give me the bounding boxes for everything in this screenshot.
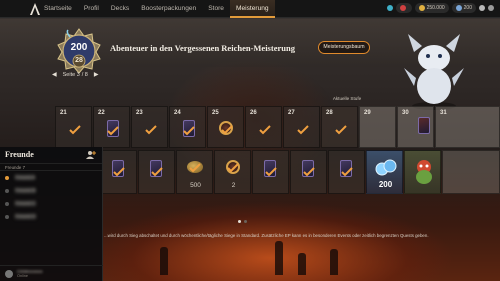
level-row: 21 22 23 24 25 26 27 28 29 30 31 — [55, 106, 500, 148]
friend-item[interactable]: Freund C — [0, 197, 102, 210]
reward-cell[interactable] — [442, 150, 500, 194]
gear-icon[interactable] — [488, 5, 494, 11]
check-icon — [69, 125, 81, 135]
check-icon — [265, 167, 277, 177]
check-icon — [113, 167, 125, 177]
check-icon — [303, 167, 315, 177]
gold-icon — [418, 5, 425, 11]
avatar — [5, 269, 13, 278]
reward-cell[interactable] — [404, 150, 441, 194]
level-cell-28[interactable]: 28 — [321, 106, 358, 148]
friends-section-header[interactable]: Freunde 7 — [0, 163, 102, 171]
check-icon — [221, 125, 233, 135]
currency-bar: 250.000 200 — [386, 3, 494, 13]
reward-row: 500 2 200 — [100, 150, 500, 194]
reward-cell[interactable] — [100, 150, 137, 194]
friends-panel: Freunde Freunde 7 Freund A Freund B Freu… — [0, 147, 103, 281]
level-cell-29[interactable]: 29 — [359, 106, 396, 148]
check-icon — [227, 163, 239, 173]
status-dot-icon — [5, 201, 9, 206]
top-navigation: Startseite Profil Decks Boosterpackungen… — [0, 0, 500, 18]
mastery-orb-icon — [375, 159, 397, 176]
orb-icon — [455, 5, 462, 11]
figure-silhouette — [275, 241, 283, 275]
check-icon — [297, 125, 309, 135]
check-icon — [107, 126, 119, 136]
nav-profil[interactable]: Profil — [78, 0, 105, 18]
status-dot-icon — [5, 175, 9, 180]
mastery-sublevel-number: 28 — [75, 57, 83, 64]
page-label: Seite 3 — [62, 71, 80, 78]
level-cell-23[interactable]: 23 — [131, 106, 168, 148]
mastery-level-number: 200 — [70, 42, 88, 53]
previous-page-icon[interactable]: ◀ — [52, 71, 57, 78]
reward-cell[interactable] — [252, 150, 289, 194]
pet-reward-icon — [416, 160, 432, 184]
page-navigation: ◀ Seite 3 / 8 ▶ — [52, 71, 99, 79]
current-user-bar[interactable]: CKMnnnnnn Online — [0, 265, 103, 281]
reward-cell[interactable] — [138, 150, 175, 194]
check-icon — [145, 125, 157, 135]
level-cell-22[interactable]: 22 — [93, 106, 130, 148]
friends-title: Freunde — [5, 150, 34, 159]
level-cell-25[interactable]: 25 — [207, 106, 244, 148]
nav-decks[interactable]: Decks — [105, 0, 135, 18]
current-level-label: Aktuelle Stufe — [332, 96, 362, 101]
friend-item[interactable]: Freund D — [0, 210, 102, 223]
carousel-dot[interactable] — [238, 220, 241, 223]
level-cell-27[interactable]: 27 — [283, 106, 320, 148]
mastery-description: ...wird durch Sieg abschaltet und durch … — [104, 233, 429, 238]
check-icon — [183, 126, 195, 136]
level-cell-21[interactable]: 21 — [55, 106, 92, 148]
status-dot-icon — [5, 188, 9, 193]
nav-meisterung[interactable]: Meisterung — [229, 0, 275, 18]
figure-silhouette — [330, 249, 338, 275]
gem-counter[interactable] — [395, 3, 412, 13]
page-title: Abenteuer in den Vergessenen Reichen-Mei… — [110, 43, 295, 53]
figure-silhouette — [298, 253, 306, 275]
page-total: / 8 — [81, 71, 88, 78]
level-cell-30[interactable]: 30 — [397, 106, 434, 148]
level-cell-31[interactable]: 31 — [435, 106, 500, 148]
reward-cell[interactable]: 200 — [366, 150, 403, 194]
xp-counter[interactable]: 200 — [451, 3, 476, 13]
gold-counter[interactable]: 250.000 — [414, 3, 449, 13]
friend-item[interactable]: Freund B — [0, 184, 102, 197]
status-dot-icon — [5, 214, 9, 219]
check-icon — [341, 167, 353, 177]
gem-icon — [399, 5, 406, 11]
figure-silhouette — [160, 247, 168, 275]
mastery-level-badge: 200 28 — [56, 28, 102, 74]
deck-icon[interactable] — [479, 5, 485, 11]
add-friend-icon[interactable] — [86, 150, 96, 160]
carousel-dots — [238, 220, 247, 223]
carousel-dot[interactable] — [244, 220, 247, 223]
next-page-icon[interactable]: ▶ — [94, 71, 99, 78]
level-cell-24[interactable]: 24 — [169, 106, 206, 148]
reward-cell[interactable]: 2 — [214, 150, 251, 194]
friend-item[interactable]: Freund A — [0, 171, 102, 184]
nav-store[interactable]: Store — [202, 0, 230, 18]
card-pack-icon — [418, 117, 430, 134]
reward-cell[interactable] — [328, 150, 365, 194]
friends-header: Freunde — [0, 147, 102, 163]
nav-startseite[interactable]: Startseite — [42, 0, 78, 18]
check-icon — [335, 125, 347, 135]
reward-cell[interactable]: 500 — [176, 150, 213, 194]
reward-cell[interactable] — [290, 150, 327, 194]
mastery-tree-button[interactable]: Meisterungsbaum — [318, 41, 370, 54]
nav-boosterpackungen[interactable]: Boosterpackungen — [135, 0, 202, 18]
check-icon — [259, 125, 271, 135]
mtg-arena-logo-icon[interactable] — [28, 2, 42, 16]
level-cell-26[interactable]: 26 — [245, 106, 282, 148]
mail-icon[interactable] — [386, 5, 393, 11]
mastery-pet-mascot — [404, 28, 464, 112]
check-icon — [189, 163, 201, 173]
check-icon — [151, 167, 163, 177]
